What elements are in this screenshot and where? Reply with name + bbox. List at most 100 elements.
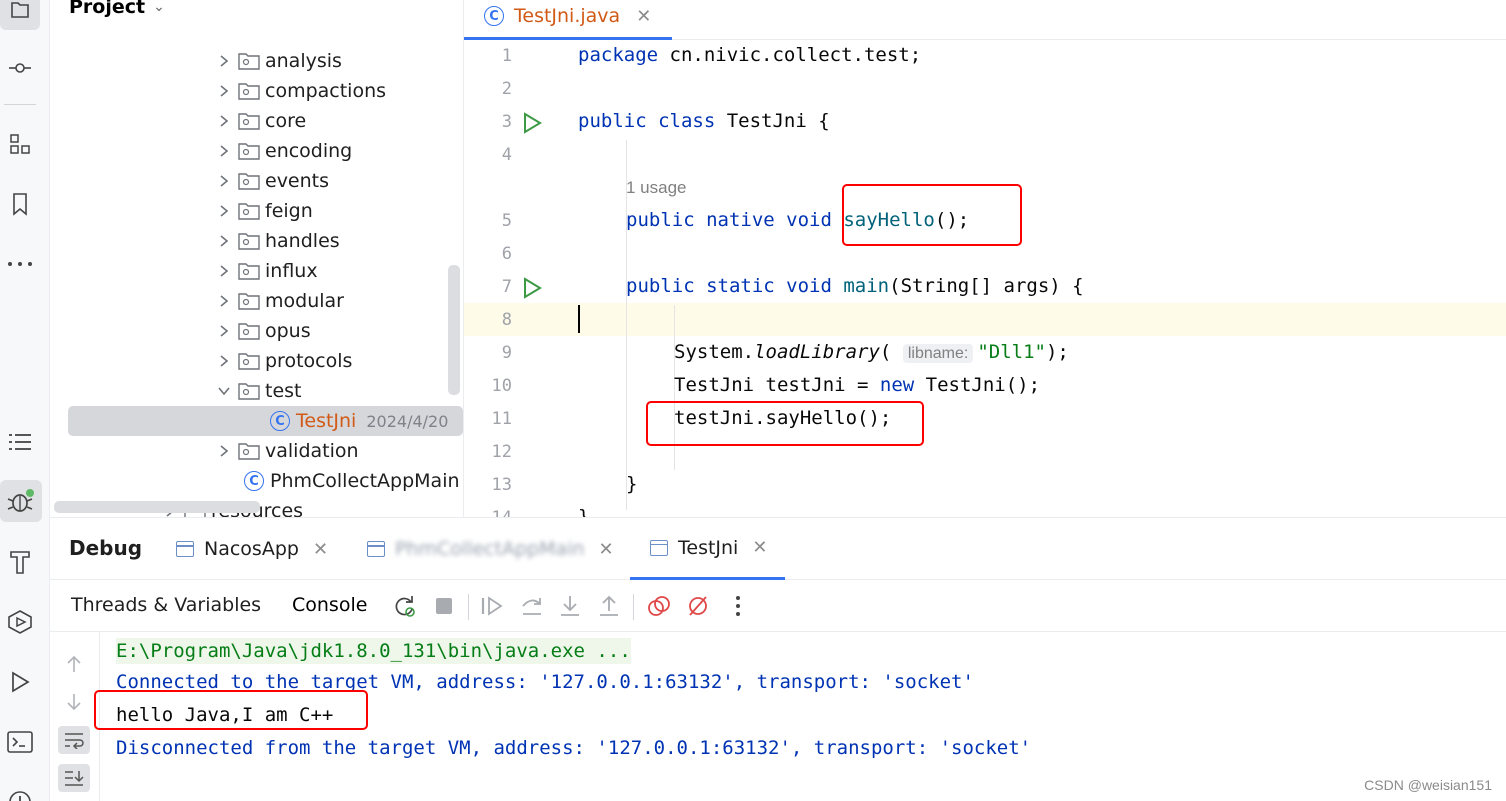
chevron-right-icon[interactable] [214,141,234,161]
session-tab-testjni[interactable]: TestJni ✕ [630,518,786,580]
bookmarks-icon[interactable] [0,184,40,224]
session-tab-nacosapp[interactable]: NacosApp ✕ [176,518,328,580]
scroll-down-icon[interactable] [58,688,90,716]
tree-item-influx[interactable]: influx [214,256,318,286]
line-number: 5 [501,211,512,231]
more-options-icon[interactable] [726,594,750,618]
tab-console[interactable]: Console [292,594,367,616]
horizontal-scrollbar[interactable] [54,501,260,513]
soft-wrap-icon[interactable] [58,726,90,754]
tree-item-label: handles [265,230,340,252]
tree-item-validation[interactable]: validation [214,436,359,466]
services-icon[interactable] [0,602,40,642]
debug-header: Debug NacosApp ✕ PhmCollectAppMain ✕ Tes… [50,518,1506,580]
chevron-right-icon[interactable] [214,111,234,131]
tree-item-modular[interactable]: modular [214,286,344,316]
tree-item-test[interactable]: test [214,376,302,406]
close-icon[interactable]: ✕ [313,539,328,560]
folder-icon [238,293,260,310]
tree-item-testjni-selected[interactable]: C TestJni 2024/4/20 [68,406,463,436]
usage-hint[interactable]: 1 usage [626,178,687,198]
stop-icon[interactable] [432,594,456,618]
resume-icon[interactable] [480,594,504,618]
step-out-icon[interactable] [597,594,621,618]
chevron-down-icon[interactable]: ⌄ [153,0,165,15]
more-tools-icon[interactable] [0,244,40,284]
tree-item-analysis[interactable]: analysis [214,46,342,76]
run-gutter-icon[interactable] [522,277,542,299]
tree-item-label: TestJni [296,410,357,432]
project-tool-icon[interactable] [0,0,40,30]
close-icon[interactable]: ✕ [599,539,614,560]
tree-item-label: compactions [265,80,387,102]
chevron-right-icon[interactable] [214,351,234,371]
run-gutter-icon[interactable] [522,112,542,134]
debug-panel: Debug NacosApp ✕ PhmCollectAppMain ✕ Tes… [50,517,1506,801]
debug-tool-icon[interactable] [0,480,42,522]
tree-item-label: modular [265,290,344,312]
code-line-9: System.loadLibrary( libname: "Dll1"); [674,341,1069,363]
editor-tab-bar: C TestJni.java ✕ [464,0,1506,40]
chevron-right-icon[interactable] [214,321,234,341]
build-icon[interactable] [0,542,40,582]
tree-item-main-class[interactable]: C PhmCollectAppMain [244,466,460,496]
step-over-icon[interactable] [520,594,544,618]
tree-item-protocols[interactable]: protocols [214,346,352,376]
vertical-scrollbar[interactable] [448,265,460,395]
folder-icon [238,443,260,460]
mute-breakpoints-icon[interactable] [686,594,710,618]
line-number: 11 [491,409,512,429]
chevron-right-icon[interactable] [214,441,234,461]
code-line-10: TestJni testJni = new TestJni(); [674,374,1041,396]
file-date: 2024/4/20 [366,411,449,431]
chevron-right-icon[interactable] [214,291,234,311]
line-number: 1 [501,46,512,66]
tree-item-feign[interactable]: feign [214,196,313,226]
session-label: TestJni [678,536,739,559]
step-into-icon[interactable] [558,594,582,618]
problems-icon[interactable] [0,782,40,801]
chevron-right-icon[interactable] [214,51,234,71]
view-breakpoints-icon[interactable] [647,594,671,618]
project-panel: Project ⌄ analysis compactions core enco… [50,0,464,517]
folder-icon [238,353,260,370]
tool-window-strip [0,0,50,801]
app-icon [176,541,194,557]
tree-item-compactions[interactable]: compactions [214,76,386,106]
tree-item-opus[interactable]: opus [214,316,311,346]
chevron-right-icon[interactable] [214,201,234,221]
session-tab-phmcollectappmain[interactable]: PhmCollectAppMain ✕ [367,518,614,580]
commit-icon[interactable] [0,48,40,88]
chevron-right-icon[interactable] [214,261,234,281]
structure-icon[interactable] [0,124,40,164]
rerun-icon[interactable] [393,594,417,618]
code-editor[interactable]: C TestJni.java ✕ 1 2 3 4 5 6 7 8 9 10 11… [464,0,1506,517]
tab-label: TestJni.java [514,5,621,27]
chevron-right-icon[interactable] [214,171,234,191]
folder-icon [238,83,260,100]
terminal-icon[interactable] [0,722,40,762]
tab-threads-variables[interactable]: Threads & Variables [71,594,261,616]
tree-item-encoding[interactable]: encoding [214,136,352,166]
folder-icon [238,383,260,400]
watermark: CSDN @weisian151 [1364,777,1492,793]
java-class-icon: C [244,471,264,491]
tab-testjni-java[interactable]: C TestJni.java ✕ [464,0,672,40]
chevron-down-icon[interactable] [214,381,234,401]
chevron-right-icon[interactable] [214,81,234,101]
todo-list-icon[interactable] [0,422,40,462]
tree-item-handles[interactable]: handles [214,226,340,256]
tree-item-core[interactable]: core [214,106,306,136]
chevron-right-icon[interactable] [214,231,234,251]
run-tool-icon[interactable] [0,662,40,702]
line-number: 6 [501,244,512,264]
close-icon[interactable]: ✕ [636,6,651,27]
close-icon[interactable]: ✕ [752,537,767,558]
console-line-disconnected: Disconnected from the target VM, address… [116,737,1032,759]
scroll-to-end-icon[interactable] [58,764,90,792]
scroll-up-icon[interactable] [58,650,90,678]
console-line-command[interactable]: E:\Program\Java\jdk1.8.0_131\bin\java.ex… [116,638,631,664]
line-number: 14 [464,508,512,517]
project-panel-title[interactable]: Project ⌄ [69,0,165,18]
tree-item-events[interactable]: events [214,166,329,196]
